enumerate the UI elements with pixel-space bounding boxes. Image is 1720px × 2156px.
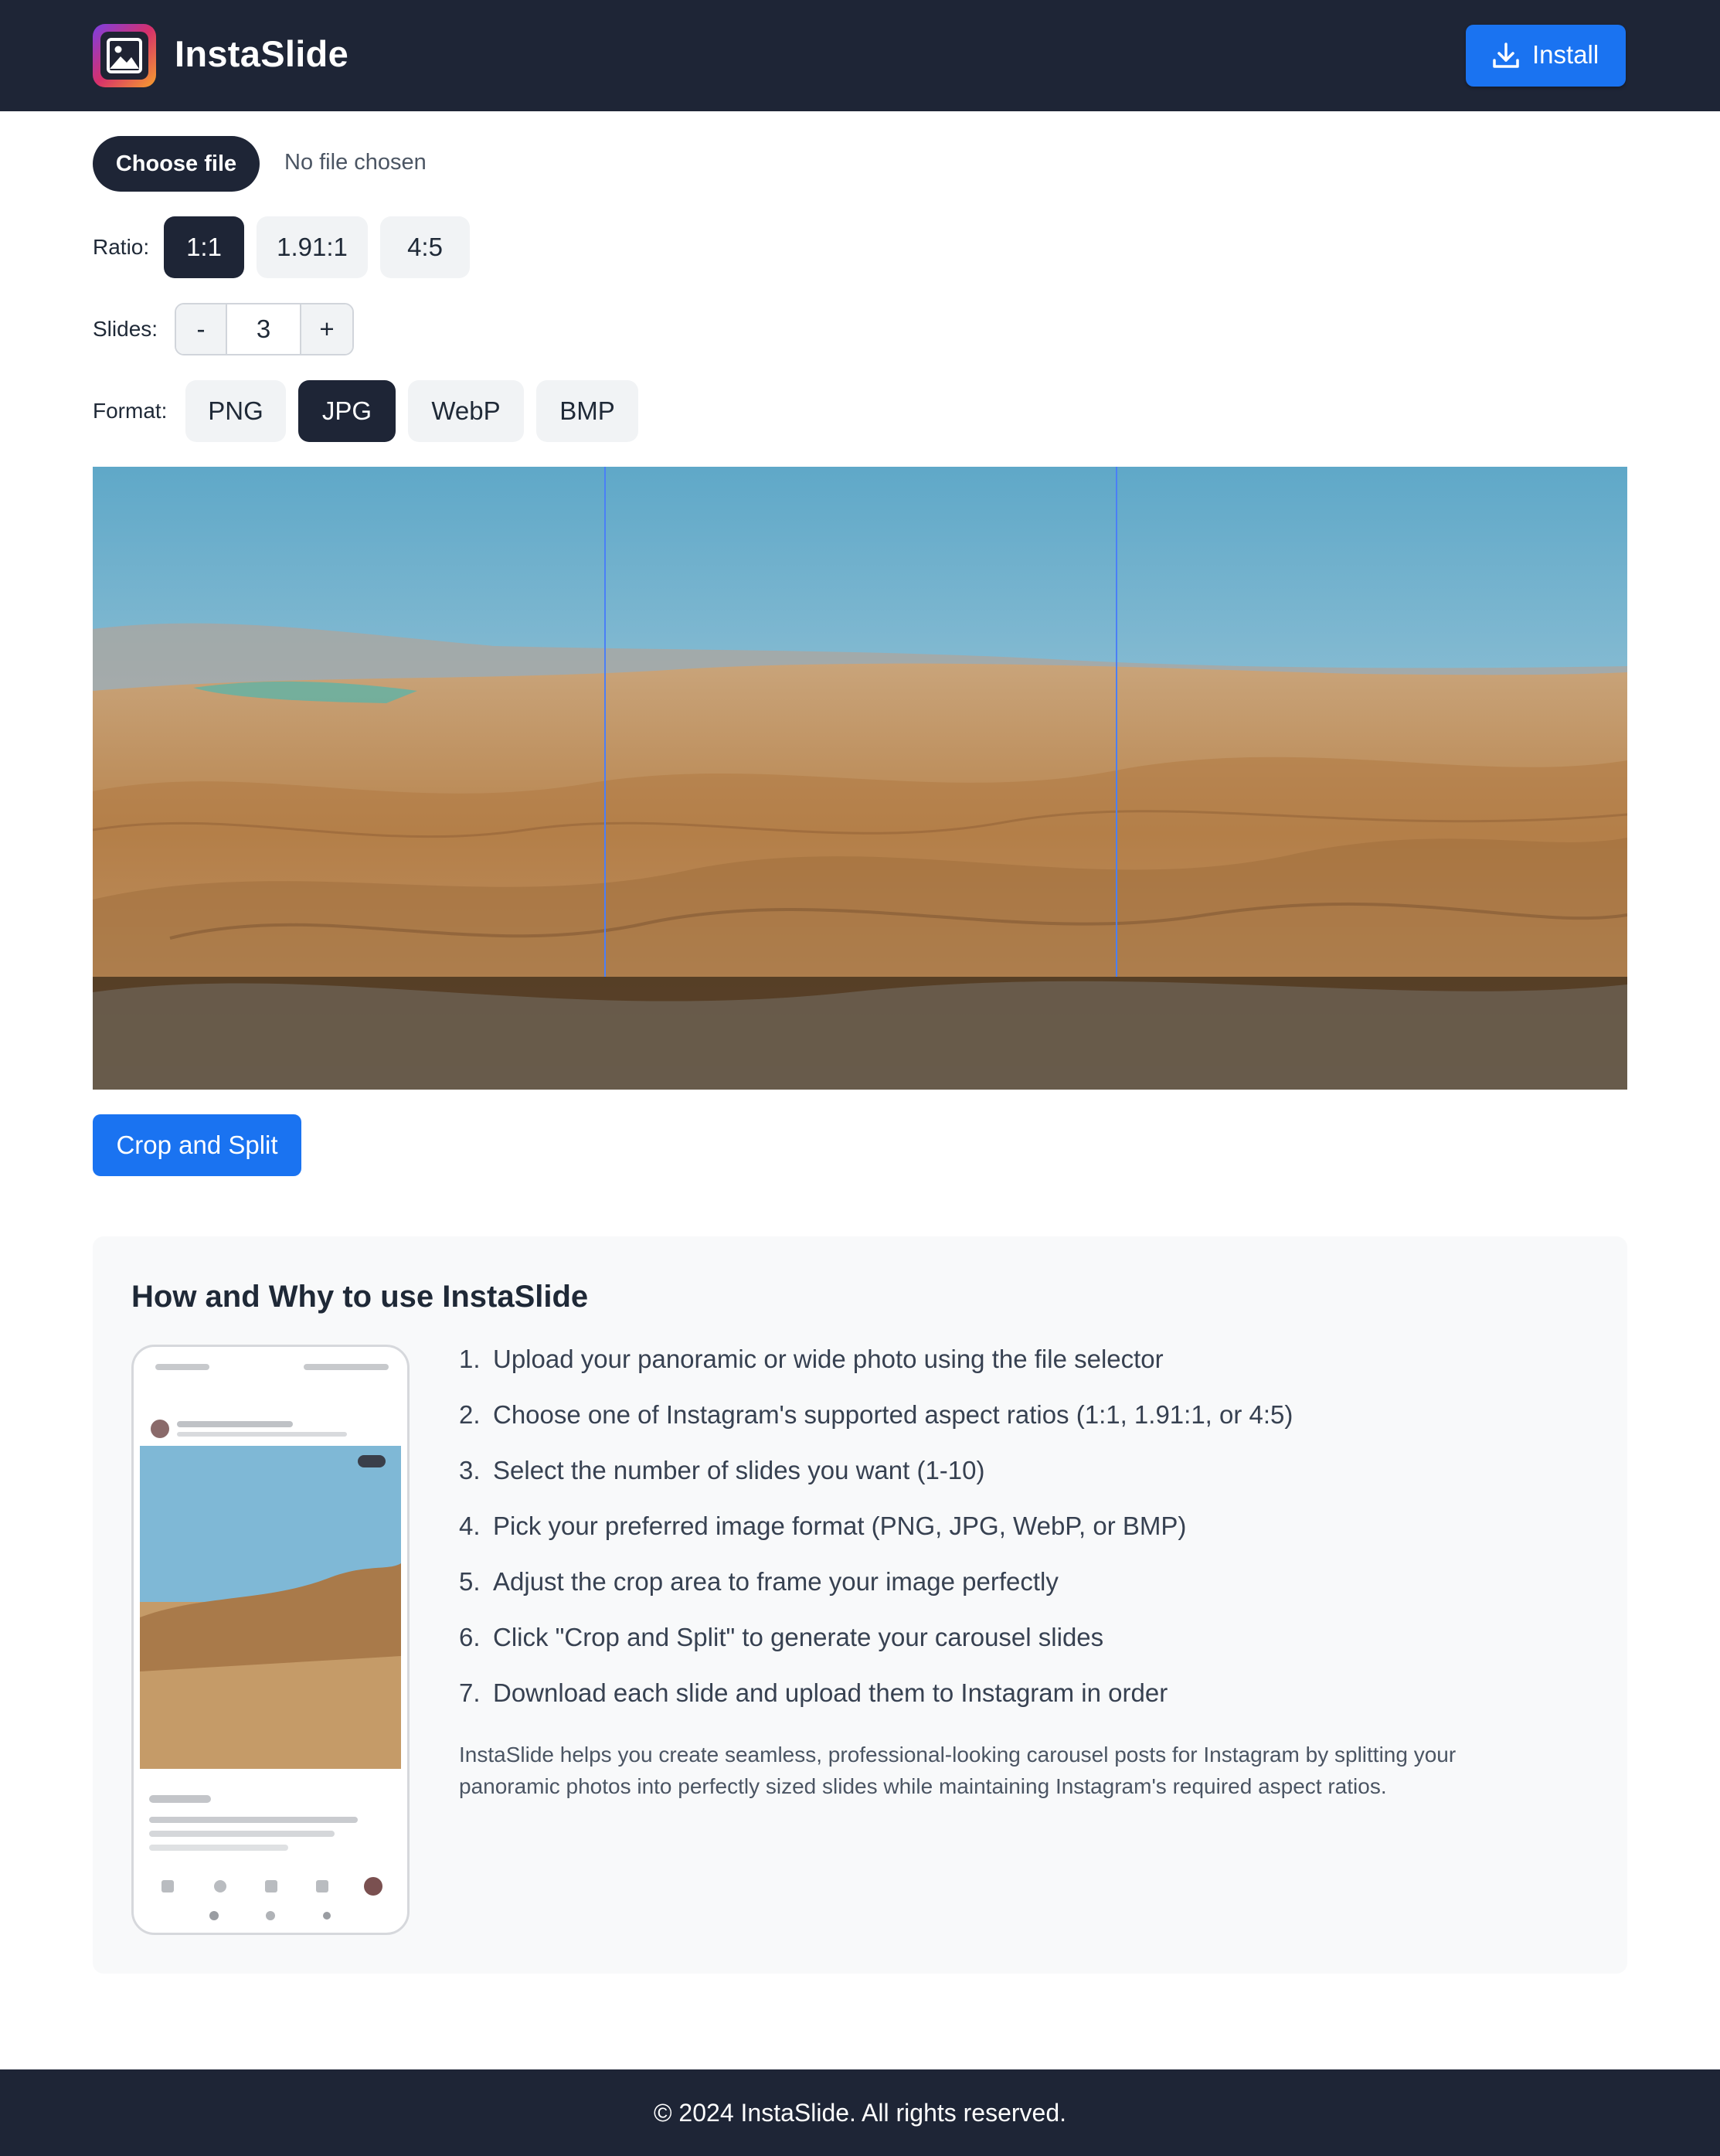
slides-decrement-button[interactable]: - bbox=[176, 304, 226, 354]
install-button[interactable]: Install bbox=[1466, 25, 1626, 87]
list-item: 7. Download each slide and upload them to… bbox=[459, 1678, 1168, 1707]
format-option-webp[interactable]: WebP bbox=[408, 380, 524, 442]
phone-mockup-image bbox=[131, 1345, 410, 1935]
app-title: InstaSlide bbox=[175, 33, 349, 74]
list-item: 5. Adjust the crop area to frame your ima… bbox=[459, 1567, 1059, 1596]
format-label: Format: bbox=[93, 399, 168, 423]
format-option-bmp[interactable]: BMP bbox=[536, 380, 638, 442]
ratio-option-1-1[interactable]: 1:1 bbox=[164, 216, 244, 278]
howto-section: How and Why to use InstaSlide 1. Upload … bbox=[93, 1236, 1627, 1974]
crop-outside-shade bbox=[93, 977, 1627, 1090]
ratio-label: Ratio: bbox=[93, 235, 150, 259]
app-header: InstaSlide Install bbox=[0, 0, 1720, 111]
list-item: 3. Select the number of slides you want (… bbox=[459, 1456, 985, 1484]
choose-file-button[interactable]: Choose file bbox=[93, 136, 260, 192]
slides-label: Slides: bbox=[93, 317, 158, 341]
slides-increment-button[interactable]: + bbox=[301, 304, 352, 354]
image-icon bbox=[93, 24, 156, 87]
install-label: Install bbox=[1532, 40, 1599, 69]
list-item: 1. Upload your panoramic or wide photo us… bbox=[459, 1345, 1164, 1373]
download-icon bbox=[1491, 40, 1521, 71]
slides-stepper: - 3 + bbox=[175, 303, 354, 355]
crop-preview[interactable] bbox=[93, 467, 1627, 1090]
list-item: 6. Click "Crop and Split" to generate you… bbox=[459, 1623, 1104, 1651]
slide-divider bbox=[604, 467, 606, 977]
slide-divider bbox=[1116, 467, 1117, 977]
slides-count-input[interactable]: 3 bbox=[226, 304, 301, 354]
list-item: 4. Pick your preferred image format (PNG,… bbox=[459, 1512, 1187, 1540]
list-item: 2. Choose one of Instagram's supported as… bbox=[459, 1400, 1293, 1429]
howto-description: InstaSlide helps you create seamless, pr… bbox=[459, 1743, 1457, 1798]
ratio-option-1-91-1[interactable]: 1.91:1 bbox=[257, 216, 368, 278]
format-option-png[interactable]: PNG bbox=[185, 380, 286, 442]
crop-and-split-button[interactable]: Crop and Split bbox=[93, 1114, 301, 1176]
howto-title: How and Why to use InstaSlide bbox=[131, 1280, 589, 1314]
file-status: No file chosen bbox=[284, 150, 427, 175]
format-option-jpg[interactable]: JPG bbox=[298, 380, 396, 442]
copyright-text: © 2024 InstaSlide. All rights reserved. bbox=[653, 2099, 1067, 2127]
page-footer: © 2024 InstaSlide. All rights reserved. bbox=[0, 2069, 1720, 2156]
ratio-option-4-5[interactable]: 4:5 bbox=[380, 216, 470, 278]
